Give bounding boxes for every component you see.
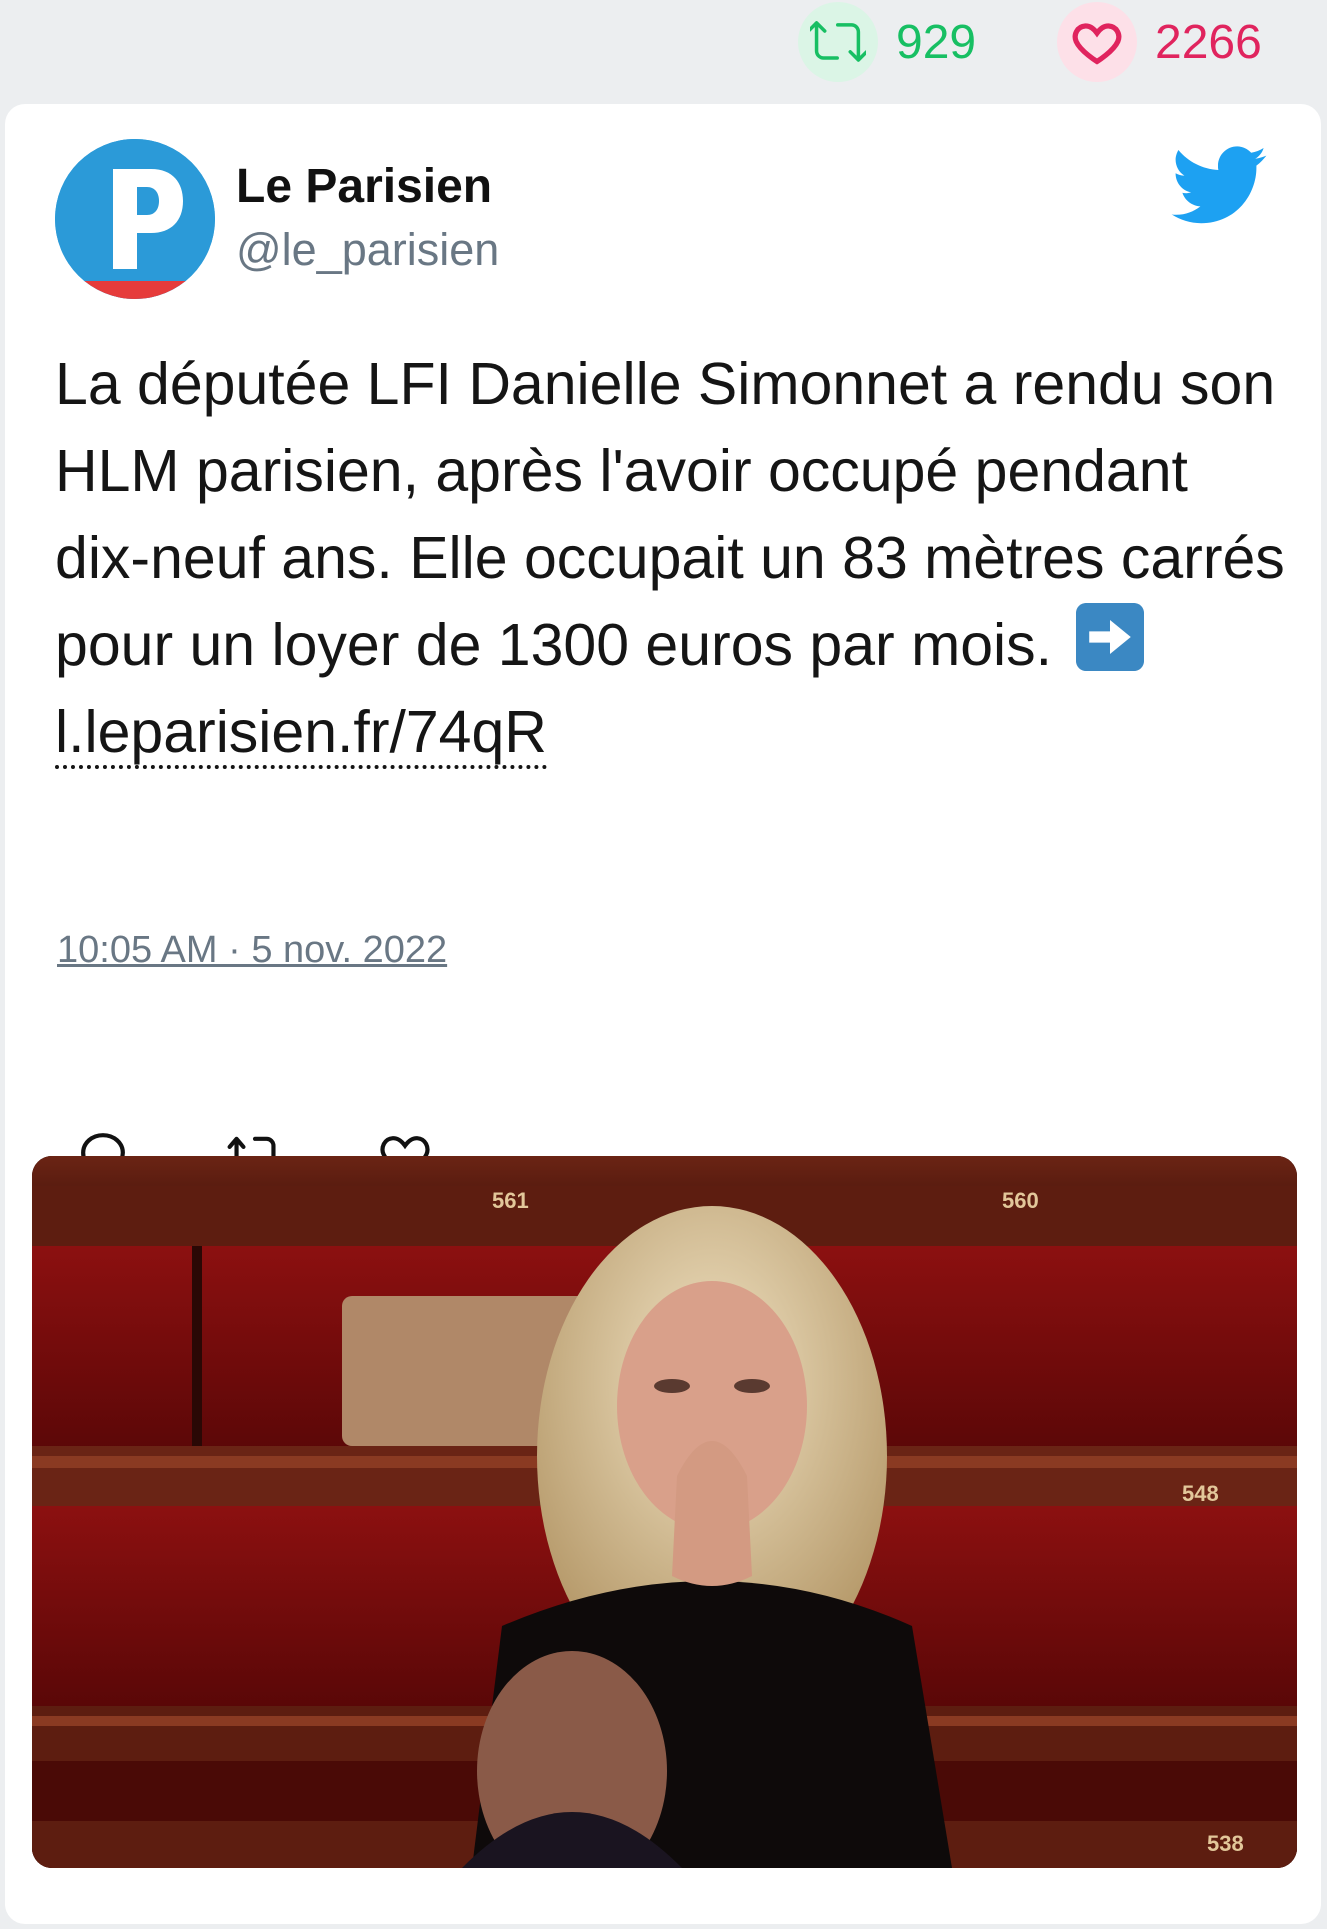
tweet-link[interactable]: l.leparisien.fr/74qR xyxy=(55,699,547,769)
like-stat[interactable]: 2266 xyxy=(1057,2,1262,82)
assembly-photo: 561 560 548 538 xyxy=(32,1156,1297,1868)
author-handle[interactable]: @le_parisien xyxy=(236,224,499,276)
like-count: 2266 xyxy=(1155,15,1262,69)
twitter-bird-icon[interactable] xyxy=(1170,146,1270,226)
tweet-photo[interactable]: 561 560 548 538 xyxy=(32,1156,1297,1868)
retweet-stat[interactable]: 929 xyxy=(798,2,976,82)
author-name[interactable]: Le Parisien xyxy=(236,159,492,214)
retweet-count: 929 xyxy=(896,15,977,69)
le-parisien-logo xyxy=(55,139,215,299)
tweet-timestamp[interactable]: 10:05 AM · 5 nov. 2022 xyxy=(57,929,447,972)
seat-label-561: 561 xyxy=(492,1188,529,1213)
seat-label-560: 560 xyxy=(1002,1188,1039,1213)
engagement-bar: 929 2266 xyxy=(0,0,1327,96)
seat-label-538: 538 xyxy=(1207,1831,1244,1856)
retweet-icon xyxy=(798,2,878,82)
seat-label-548: 548 xyxy=(1182,1481,1219,1506)
right-arrow-emoji-icon xyxy=(1076,603,1145,671)
tweet-card: Le Parisien @le_parisien La députée LFI … xyxy=(5,104,1321,1924)
heart-icon xyxy=(1057,2,1137,82)
avatar[interactable] xyxy=(55,139,215,299)
tweet-text: La députée LFI Danielle Simonnet a rendu… xyxy=(55,341,1285,776)
